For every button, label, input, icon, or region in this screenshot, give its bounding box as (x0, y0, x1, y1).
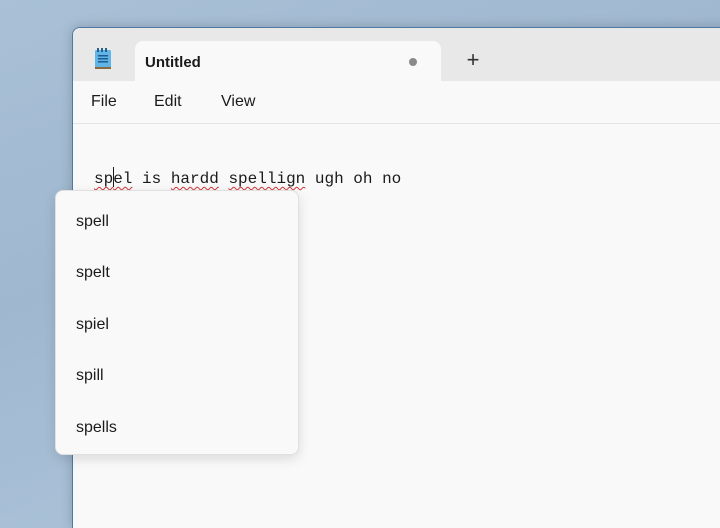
tab-bar: Untitled + (73, 28, 720, 84)
menu-view[interactable]: View (221, 93, 255, 111)
word-spel-suffix: el (113, 170, 133, 188)
spell-suggestions-menu: spell spelt spiel spill spells (55, 190, 299, 455)
menu-file[interactable]: File (91, 93, 117, 111)
word-spellign[interactable]: spellign (228, 170, 305, 188)
notepad-app-icon (94, 48, 112, 70)
unsaved-indicator-icon[interactable] (409, 58, 417, 66)
text-line[interactable]: spel is hardd spellign ugh oh no (94, 167, 401, 188)
text-rest: ugh oh no (305, 170, 402, 188)
new-tab-button[interactable]: + (461, 48, 485, 72)
suggestion-item[interactable]: spiel (76, 316, 109, 334)
suggestion-item[interactable]: spell (76, 213, 109, 231)
word-is: is (142, 170, 162, 188)
tab-untitled[interactable]: Untitled (135, 41, 441, 84)
word-spel-prefix: sp (94, 170, 114, 188)
word-spel[interactable]: spel (94, 167, 133, 188)
menu-edit[interactable]: Edit (154, 93, 182, 111)
tab-title: Untitled (145, 54, 201, 71)
suggestion-item[interactable]: spells (76, 419, 117, 437)
word-hardd[interactable]: hardd (171, 170, 219, 188)
menu-bar: File Edit View (73, 81, 720, 124)
suggestion-item[interactable]: spill (76, 367, 104, 385)
suggestion-item[interactable]: spelt (76, 264, 110, 282)
